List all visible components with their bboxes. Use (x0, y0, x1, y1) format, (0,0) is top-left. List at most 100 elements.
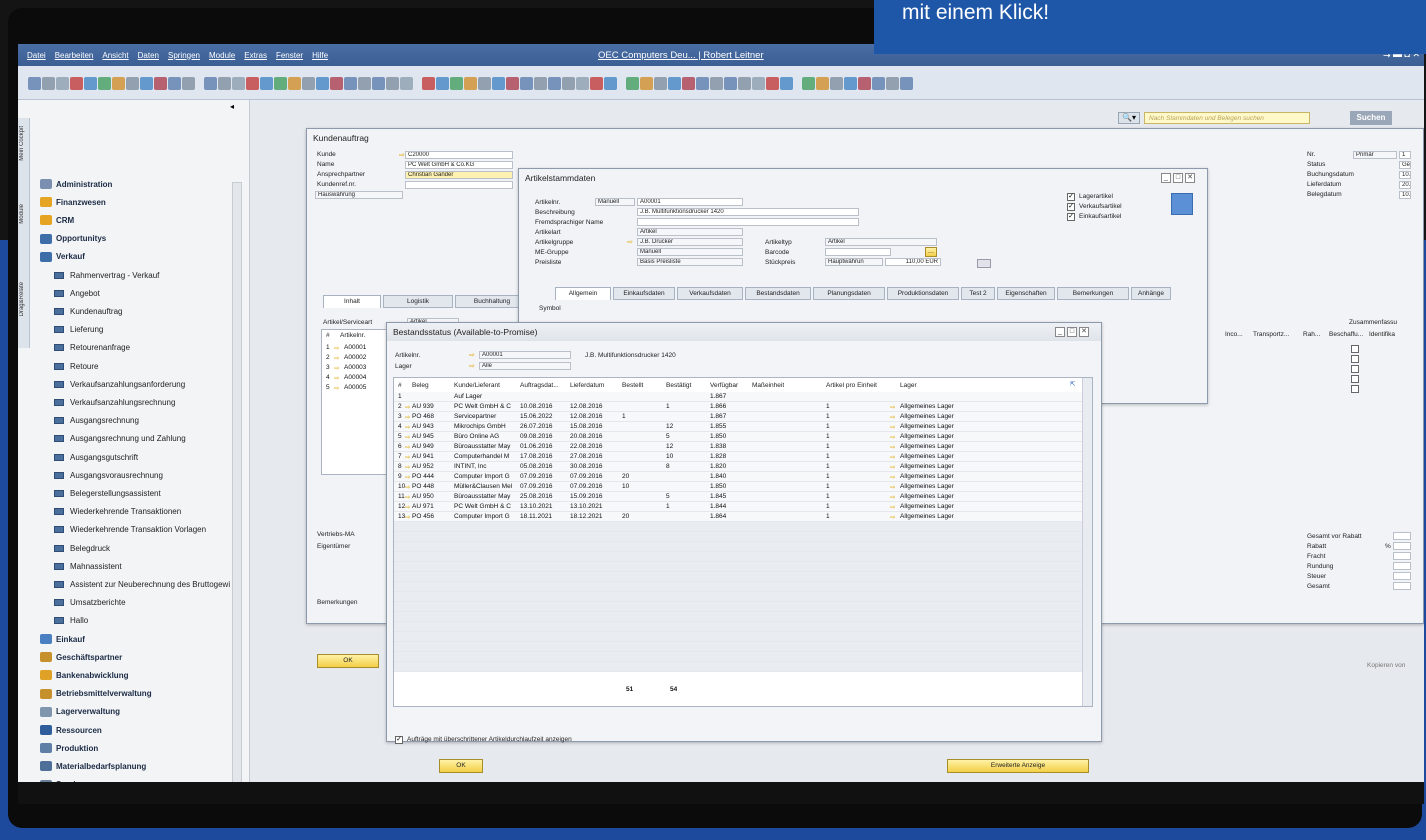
toolbar-icon[interactable] (204, 77, 217, 90)
link-arrow-icon[interactable]: ⇨ (405, 413, 410, 421)
minimize-icon[interactable]: _ (1055, 327, 1065, 337)
sidebar-item[interactable]: Ausgangsvorausrechnung (54, 467, 163, 483)
header-value[interactable]: 10. (1399, 191, 1411, 199)
sidebar-item[interactable]: Finanzwesen (40, 194, 106, 210)
item-tab[interactable]: Verkaufsdaten (677, 287, 743, 300)
menu-item-8[interactable]: Hilfe (312, 51, 328, 60)
toolbar-icon[interactable] (576, 77, 589, 90)
sidebar-item[interactable]: Assistent zur Neuberechnung des Bruttoge… (54, 576, 230, 592)
link-arrow-icon[interactable]: ⇨ (890, 443, 895, 451)
toolbar-icon[interactable] (766, 77, 779, 90)
toolbar-icon[interactable] (386, 77, 399, 90)
link-arrow-icon[interactable]: ⇨ (890, 433, 895, 441)
link-arrow-icon[interactable]: ⇨ (890, 453, 895, 461)
menu-item-3[interactable]: Daten (138, 51, 159, 60)
toolbar-icon[interactable] (900, 77, 913, 90)
sidebar-scrollbar[interactable] (232, 182, 242, 782)
itemno-field[interactable]: A00001 (637, 198, 743, 206)
link-arrow-icon[interactable]: ⇨ (405, 403, 410, 411)
toolbar-icon[interactable] (232, 77, 245, 90)
toolbar-icon[interactable] (274, 77, 287, 90)
tab-inhalt[interactable]: Inhalt (323, 295, 381, 308)
link-arrow-icon[interactable]: ⇨ (405, 483, 410, 491)
name-field[interactable]: PC Welt GmbH & Co.KG (405, 161, 513, 169)
procure-checkbox[interactable] (1351, 375, 1359, 383)
item-tab[interactable]: Produktionsdaten (887, 287, 959, 300)
header-value[interactable]: 20. (1399, 181, 1411, 189)
toolbar-icon[interactable] (400, 77, 413, 90)
toolbar-icon[interactable] (738, 77, 751, 90)
extended-view-button[interactable]: Erweiterte Anzeige (947, 759, 1089, 773)
item-tab[interactable]: Allgemein (555, 287, 611, 300)
sidebar-item[interactable]: Ausgangsgutschrift (54, 449, 138, 465)
header-value[interactable]: 10. (1399, 171, 1411, 179)
toolbar-icon[interactable] (436, 77, 449, 90)
item-flag-checkbox[interactable]: ✓ (1067, 193, 1075, 201)
total-value[interactable] (1393, 552, 1411, 560)
toolbar-icon[interactable] (780, 77, 793, 90)
search-icon[interactable]: 🔍▾ (1118, 112, 1140, 124)
currency-select[interactable]: Hauswährung (315, 191, 403, 199)
toolbar-icon[interactable] (654, 77, 667, 90)
procure-checkbox[interactable] (1351, 355, 1359, 363)
item-tab[interactable]: Eigenschaften (997, 287, 1055, 300)
link-arrow-icon[interactable]: ⇨ (890, 493, 895, 501)
total-value[interactable] (1393, 582, 1411, 590)
search-input[interactable]: Nach Stammdaten und Belegen suchen (1144, 112, 1310, 124)
atp-warehouse-select[interactable]: Alle (479, 362, 571, 370)
link-arrow-icon[interactable]: ⇨ (405, 443, 410, 451)
toolbar-icon[interactable] (358, 77, 371, 90)
toolbar-icon[interactable] (126, 77, 139, 90)
maximize-icon[interactable]: □ (1067, 327, 1077, 337)
toolbar-icon[interactable] (302, 77, 315, 90)
uom-group-select[interactable]: Manuell (637, 248, 743, 256)
toolbar-icon[interactable] (56, 77, 69, 90)
toolbar-icon[interactable] (28, 77, 41, 90)
item-flag-checkbox[interactable]: ✓ (1067, 213, 1075, 221)
item-tab[interactable]: Planungsdaten (813, 287, 885, 300)
sidebar-item[interactable]: Lieferung (54, 322, 103, 338)
price-detail-button[interactable] (977, 259, 991, 268)
link-arrow-icon[interactable]: ⇨ (405, 503, 410, 511)
toolbar-icon[interactable] (548, 77, 561, 90)
sidebar-item[interactable]: Angebot (54, 285, 100, 301)
link-arrow-icon[interactable]: ⇨ (890, 403, 895, 411)
toolbar-icon[interactable] (42, 77, 55, 90)
link-arrow-icon[interactable]: ⇨ (890, 423, 895, 431)
sidebar-item[interactable]: Wiederkehrende Transaktionen (54, 504, 181, 520)
series-select[interactable]: Primär (1353, 151, 1397, 159)
procure-checkbox[interactable] (1351, 365, 1359, 373)
toolbar-icon[interactable] (816, 77, 829, 90)
toolbar-icon[interactable] (492, 77, 505, 90)
close-icon[interactable]: ✕ (1185, 173, 1195, 183)
overdue-checkbox[interactable]: ✓ (395, 736, 403, 744)
link-arrow-icon[interactable]: ⇨ (334, 384, 339, 392)
sidebar-item[interactable]: Produktion (40, 740, 98, 756)
toolbar-icon[interactable] (590, 77, 603, 90)
link-arrow-icon[interactable]: ⇨ (405, 463, 410, 471)
toolbar-icon[interactable] (520, 77, 533, 90)
link-arrow-icon[interactable]: ⇨ (469, 351, 475, 359)
toolbar-icon[interactable] (562, 77, 575, 90)
itemtype-select[interactable]: Artikel (637, 228, 743, 236)
link-arrow-icon[interactable]: ⇨ (890, 503, 895, 511)
sidebar-item[interactable]: Opportunitys (40, 231, 106, 247)
toolbar-icon[interactable] (640, 77, 653, 90)
sidebar-item[interactable]: Verkaufsanzahlungsanforderung (54, 376, 185, 392)
sidebar-item[interactable]: Ressourcen (40, 722, 102, 738)
vtab-1[interactable]: Module (19, 204, 25, 224)
menu-item-7[interactable]: Fenster (276, 51, 303, 60)
link-arrow-icon[interactable]: ⇨ (334, 374, 339, 382)
copy-from-button[interactable]: Kopieren von (1367, 662, 1405, 669)
unitprice-field[interactable]: 110,00 EUR (885, 258, 941, 266)
toolbar-icon[interactable] (330, 77, 343, 90)
atp-scrollbar[interactable] (1082, 378, 1092, 706)
item-tab[interactable]: Test 2 (961, 287, 995, 300)
toolbar-icon[interactable] (70, 77, 83, 90)
total-value[interactable] (1393, 562, 1411, 570)
barcode-more-button[interactable]: … (925, 247, 937, 257)
sidebar-item[interactable]: Retourenanfrage (54, 340, 130, 356)
foreign-name-field[interactable] (637, 218, 859, 226)
sidebar-item[interactable]: Wiederkehrende Transaktion Vorlagen (54, 522, 206, 538)
toolbar-icon[interactable] (668, 77, 681, 90)
